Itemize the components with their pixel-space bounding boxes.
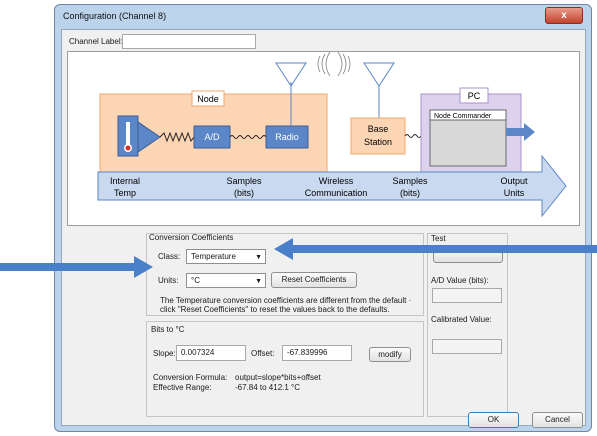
annotation-arrows: [0, 238, 597, 278]
units-pointer-arrow: [0, 256, 153, 278]
class-pointer-arrow: [274, 238, 597, 260]
